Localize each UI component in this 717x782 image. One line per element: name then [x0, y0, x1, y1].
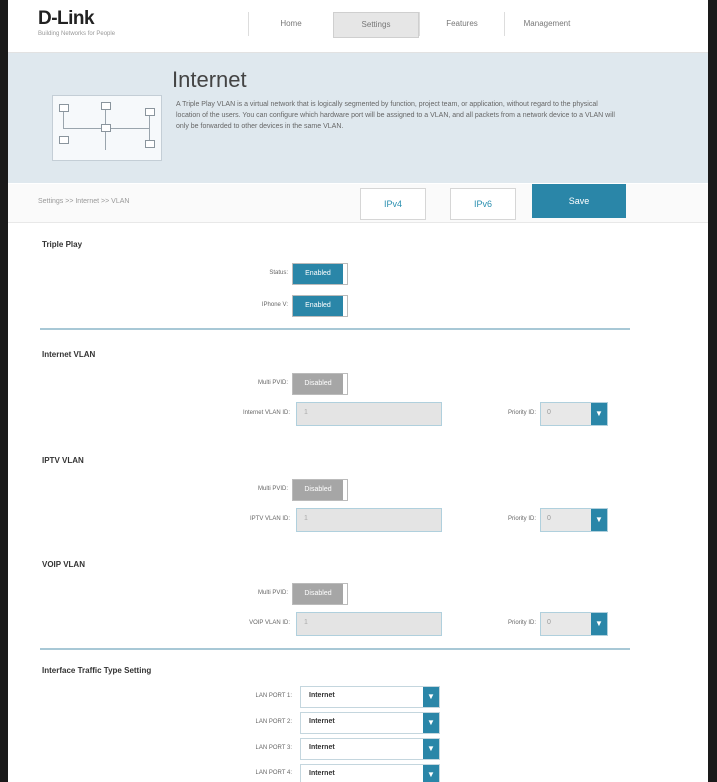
voip-vlan-id-input[interactable]: 1	[296, 612, 442, 636]
chevron-down-icon: ▼	[591, 509, 607, 531]
tab-ipv6[interactable]: IPv6	[450, 188, 516, 220]
iphone-label: IPhone V:	[261, 302, 288, 308]
internet-priority-label: Priority ID:	[507, 410, 536, 416]
chevron-down-icon: ▼	[423, 687, 439, 707]
voip-vlan-id-value: 1	[304, 619, 308, 626]
logo-tagline: Building Networks for People	[38, 31, 116, 37]
internet-vlan-id-label: Internet VLAN ID:	[242, 410, 290, 416]
iptv-multi-pvid-value: Disabled	[293, 480, 343, 500]
breadcrumb: Settings >> Internet >> VLAN	[38, 198, 130, 205]
tab-row: Settings >> Internet >> VLAN IPv4 IPv6 S…	[8, 184, 708, 223]
lan-port-1-value: Internet	[309, 692, 335, 699]
voip-vlan-id-label: VOIP VLAN ID:	[249, 620, 290, 626]
lan-port-1-select[interactable]: Internet ▼	[300, 686, 440, 708]
internet-vlan-title: Internet VLAN	[42, 350, 96, 359]
nav-features[interactable]: Features	[419, 12, 504, 36]
interface-traffic-title: Interface Traffic Type Setting	[42, 666, 152, 675]
page-title: Internet	[172, 67, 247, 92]
iptv-priority-value: 0	[547, 515, 551, 522]
lan-port-2-label: LAN PORT 2:	[255, 719, 292, 725]
lan-port-2-select[interactable]: Internet ▼	[300, 712, 440, 734]
voip-priority-value: 0	[547, 619, 551, 626]
lan-port-4-label: LAN PORT 4:	[255, 770, 292, 776]
triple-play-title: Triple Play	[42, 240, 83, 249]
main-nav: Home Settings Features Management	[248, 12, 589, 38]
dlink-logo[interactable]: D-Link	[38, 8, 95, 30]
iptv-vlan-id-input[interactable]: 1	[296, 508, 442, 532]
internet-priority-value: 0	[547, 409, 551, 416]
lan-port-2-value: Internet	[309, 718, 335, 725]
internet-vlan-id-value: 1	[304, 409, 308, 416]
chevron-down-icon: ▼	[591, 613, 607, 635]
internet-multi-pvid-value: Disabled	[293, 374, 343, 394]
lan-port-4-select[interactable]: Internet ▼	[300, 764, 440, 782]
lan-port-1-label: LAN PORT 1:	[255, 693, 292, 699]
iptv-priority-label: Priority ID:	[507, 516, 536, 522]
iptv-priority-select[interactable]: 0 ▼	[540, 508, 608, 532]
page-banner: Internet A Triple Play VLAN is a virtual…	[8, 53, 708, 183]
internet-multi-pvid-toggle[interactable]: Disabled	[292, 373, 348, 395]
iphone-toggle[interactable]: Enabled	[292, 295, 348, 317]
nav-settings[interactable]: Settings	[333, 12, 419, 38]
lan-port-3-select[interactable]: Internet ▼	[300, 738, 440, 760]
iptv-multi-pvid-toggle[interactable]: Disabled	[292, 479, 348, 501]
voip-multi-pvid-toggle[interactable]: Disabled	[292, 583, 348, 605]
iptv-vlan-title: IPTV VLAN	[42, 456, 84, 465]
iptv-vlan-id-value: 1	[304, 515, 308, 522]
section-divider	[40, 648, 630, 650]
voip-multi-pvid-label: Multi PVID:	[257, 590, 288, 596]
voip-priority-label: Priority ID:	[507, 620, 536, 626]
chevron-down-icon: ▼	[423, 765, 439, 782]
internet-priority-select[interactable]: 0 ▼	[540, 402, 608, 426]
save-button[interactable]: Save	[532, 184, 626, 218]
section-divider	[40, 328, 630, 330]
lan-port-3-value: Internet	[309, 744, 335, 751]
tab-ipv4[interactable]: IPv4	[360, 188, 426, 220]
internet-vlan-id-input[interactable]: 1	[296, 402, 442, 426]
nav-management[interactable]: Management	[504, 12, 589, 36]
lan-port-4-value: Internet	[309, 770, 335, 777]
status-label: Status:	[269, 270, 288, 276]
iphone-toggle-value: Enabled	[293, 296, 343, 316]
status-toggle[interactable]: Enabled	[292, 263, 348, 285]
chevron-down-icon: ▼	[591, 403, 607, 425]
voip-vlan-title: VOIP VLAN	[42, 560, 85, 569]
iptv-vlan-id-label: IPTV VLAN ID:	[249, 516, 290, 522]
iptv-multi-pvid-label: Multi PVID:	[257, 486, 288, 492]
nav-home[interactable]: Home	[248, 12, 333, 36]
top-header: D-Link Building Networks for People Home…	[8, 0, 708, 53]
chevron-down-icon: ▼	[423, 713, 439, 733]
voip-multi-pvid-value: Disabled	[293, 584, 343, 604]
lan-port-3-label: LAN PORT 3:	[255, 745, 292, 751]
voip-priority-select[interactable]: 0 ▼	[540, 612, 608, 636]
status-toggle-value: Enabled	[293, 264, 343, 284]
network-diagram-image	[52, 95, 162, 161]
chevron-down-icon: ▼	[423, 739, 439, 759]
router-settings-page: D-Link Building Networks for People Home…	[8, 0, 708, 782]
page-description: A Triple Play VLAN is a virtual network …	[176, 101, 615, 130]
internet-multi-pvid-label: Multi PVID:	[257, 380, 288, 386]
